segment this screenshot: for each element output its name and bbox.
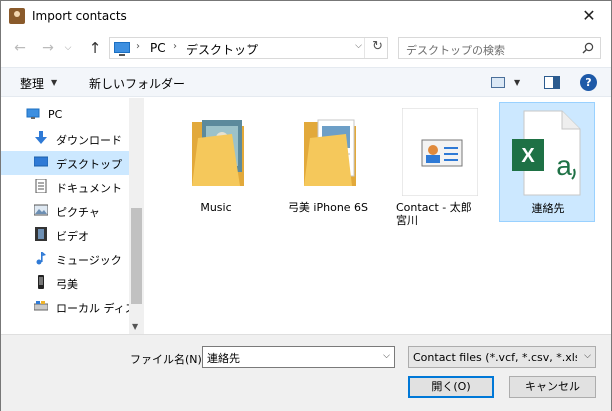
sidebar-item-label: ビデオ — [56, 230, 89, 243]
file-list: Music 弓美 iPhone 6S Contact - 太郎 宮川 X a 連… — [147, 98, 611, 334]
preview-pane-icon[interactable] — [544, 76, 560, 89]
forward-arrow-icon[interactable]: → — [38, 38, 58, 58]
music-icon — [36, 252, 46, 265]
sidebar-item-pictures[interactable]: ピクチャ — [1, 199, 129, 223]
scroll-down-arrow-icon[interactable]: ▼ — [132, 322, 138, 331]
sidebar-item-label: 弓美 — [56, 278, 78, 291]
chevron-down-icon[interactable]: ⌵ — [584, 351, 591, 361]
svg-text:a: a — [556, 150, 572, 181]
command-bar: 整理 ▼ 新しいフォルダー ▼ ? — [1, 67, 611, 97]
video-icon — [35, 227, 47, 241]
address-dropdown-icon[interactable]: ⌵ — [355, 41, 362, 51]
file-item-phone-folder[interactable]: 弓美 iPhone 6S — [280, 102, 376, 222]
sidebar-item-label: ミュージック — [56, 254, 122, 267]
file-name-label: ファイル名(N): — [130, 353, 206, 366]
pc-icon — [26, 108, 40, 119]
up-arrow-icon[interactable]: ↑ — [85, 38, 105, 58]
import-contacts-dialog: Import contacts ✕ ← → ⌵ ↑ › PC › デスクトップ … — [0, 0, 612, 411]
folder-icon — [192, 120, 244, 186]
file-label: 弓美 iPhone 6S — [287, 201, 369, 214]
title-bar: Import contacts ✕ — [1, 1, 611, 31]
file-name-value: 連絡先 — [207, 352, 240, 365]
chevron-down-icon[interactable]: ⌵ — [383, 351, 390, 361]
pc-icon — [114, 42, 130, 56]
sidebar-item-pc[interactable]: PC — [1, 103, 129, 127]
contacts-app-icon — [9, 8, 25, 24]
sidebar-item-music[interactable]: ミュージック — [1, 247, 129, 271]
sidebar-item-label: PC — [48, 108, 63, 121]
file-type-value: Contact files (*.vcf, *.csv, *.xls, * — [413, 351, 577, 364]
file-name-input[interactable]: 連絡先 ⌵ — [202, 346, 395, 368]
navigation-pane: PC ダウンロード デスクトップ ドキュメント ピクチャ ビデオ ミュージック — [1, 98, 144, 334]
breadcrumb-separator: › — [248, 41, 252, 52]
close-button[interactable]: ✕ — [567, 1, 611, 31]
sidebar-item-local-disk[interactable]: ローカル ディスク — [1, 295, 144, 319]
sidebar-item-documents[interactable]: ドキュメント — [1, 175, 129, 199]
sidebar-item-label: デスクトップ — [56, 158, 122, 171]
window-title: Import contacts — [32, 9, 127, 23]
file-item-excel[interactable]: X a 連絡先 — [499, 102, 595, 222]
view-options-caret-icon[interactable]: ▼ — [514, 78, 520, 87]
cancel-button[interactable]: キャンセル — [509, 376, 596, 398]
file-dialog-footer: ファイル名(N): 連絡先 ⌵ Contact files (*.vcf, *.… — [1, 334, 611, 411]
back-arrow-icon[interactable]: ← — [10, 38, 30, 58]
new-folder-button[interactable]: 新しいフォルダー — [89, 75, 185, 92]
scrollbar-thumb[interactable] — [131, 208, 142, 304]
sidebar-item-videos[interactable]: ビデオ — [1, 223, 129, 247]
file-label: Music — [200, 201, 232, 214]
file-item-contact[interactable]: Contact - 太郎 宮川 — [392, 102, 488, 227]
file-label: 連絡先 — [531, 202, 565, 215]
help-icon[interactable]: ? — [580, 74, 597, 91]
svg-text:X: X — [521, 145, 535, 167]
search-placeholder: デスクトップの検索 — [406, 44, 505, 57]
excel-icon: X a — [512, 110, 581, 196]
address-divider — [364, 38, 365, 58]
recent-locations-chevron-icon[interactable]: ⌵ — [61, 38, 75, 58]
file-type-select[interactable]: Contact files (*.vcf, *.csv, *.xls, * ⌵ — [408, 346, 596, 368]
file-label: Contact - 太郎 宮川 — [396, 201, 472, 227]
open-button[interactable]: 開く(O) — [408, 376, 494, 398]
sidebar-item-desktop[interactable]: デスクトップ — [1, 151, 129, 175]
breadcrumb-pc[interactable]: PC — [150, 41, 166, 55]
contact-card-icon — [402, 108, 478, 196]
organize-menu-button[interactable]: 整理 — [20, 75, 44, 92]
breadcrumb-separator: › — [136, 41, 140, 52]
file-item-music[interactable]: Music — [168, 102, 264, 222]
sidebar-item-downloads[interactable]: ダウンロード — [1, 127, 129, 151]
address-bar[interactable]: › PC › デスクトップ › ⌵ ↻ — [109, 37, 388, 59]
download-icon — [35, 131, 47, 144]
phone-icon — [38, 275, 44, 289]
document-icon — [35, 179, 47, 193]
picture-icon — [34, 204, 48, 216]
navigation-scrollbar[interactable]: ▼ — [129, 98, 144, 334]
search-icon[interactable] — [582, 42, 594, 54]
breadcrumb-separator: › — [173, 41, 177, 52]
sidebar-item-phone[interactable]: 弓美 — [1, 271, 129, 295]
folder-icon — [304, 119, 356, 186]
sidebar-item-label: ドキュメント — [56, 182, 122, 195]
drive-icon — [34, 301, 48, 311]
search-input[interactable]: デスクトップの検索 — [398, 37, 601, 59]
sidebar-item-label: ダウンロード — [56, 134, 122, 147]
sidebar-item-label: ピクチャ — [56, 206, 100, 219]
change-view-icon[interactable] — [491, 77, 505, 88]
organize-caret-icon[interactable]: ▼ — [51, 78, 57, 87]
refresh-icon[interactable]: ↻ — [372, 39, 383, 54]
desktop-icon — [34, 156, 48, 167]
